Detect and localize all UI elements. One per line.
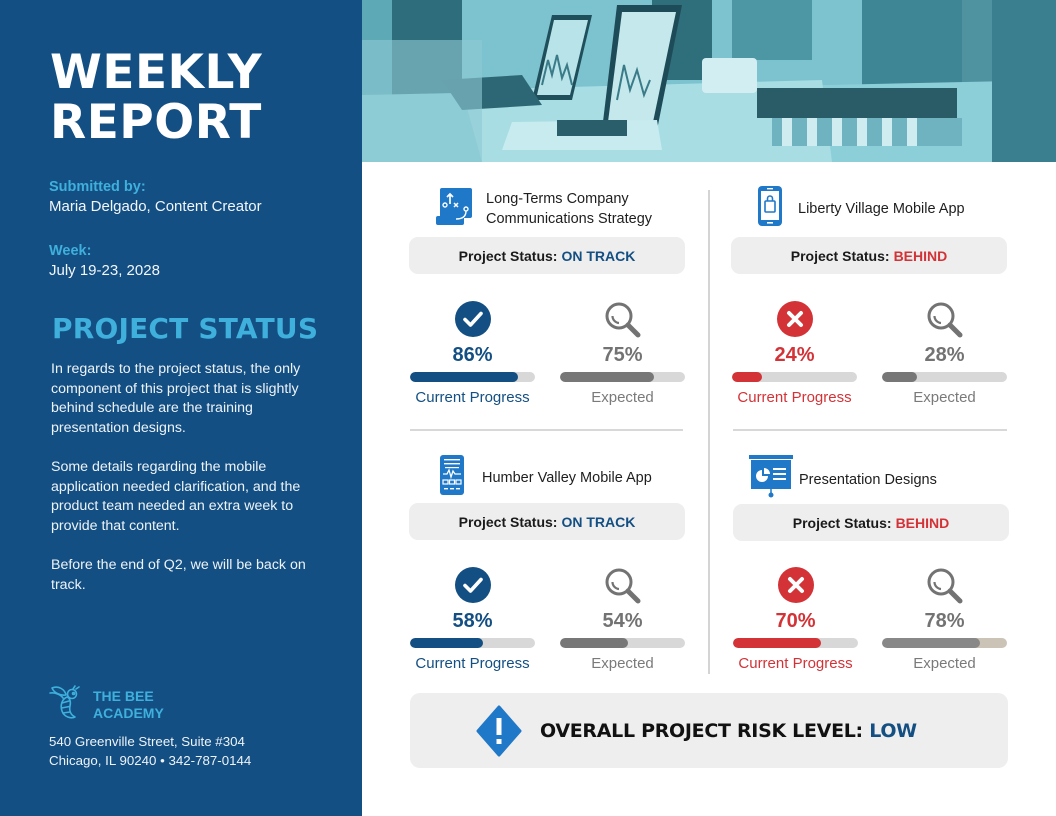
mobile-app-icon	[440, 455, 464, 500]
current-percent: 24%	[774, 344, 815, 366]
expected-label: Expected	[591, 389, 654, 406]
expected-percent: 54%	[602, 610, 643, 632]
expected-label: Expected	[591, 655, 654, 672]
current-label: Current Progress	[415, 389, 530, 406]
address-line-2: Chicago, IL 90240 • 342-787-0144	[49, 752, 252, 768]
address: 540 Greenville Street, Suite #304 Chicag…	[49, 733, 251, 770]
progress-fill	[560, 372, 654, 382]
magnifier-icon	[603, 566, 643, 604]
brand-name-line-1: THE BEE	[93, 687, 154, 704]
expected-progress: 75% Expected	[560, 300, 685, 406]
expected-progress-bar	[560, 638, 685, 648]
week-block: Week: July 19-23, 2028	[49, 243, 160, 279]
status-value: BEHIND	[893, 247, 948, 264]
project-name: Long-Terms Company Communications Strate…	[486, 190, 653, 227]
status-value: BEHIND	[895, 514, 950, 531]
risk-banner: OVERALL PROJECT RISK LEVEL: LOW	[410, 693, 1008, 768]
x-circle-icon	[777, 566, 815, 604]
current-label: Current Progress	[737, 389, 852, 406]
magnifier-icon	[925, 300, 965, 338]
progress-fill	[560, 638, 628, 648]
magnifier-icon	[603, 300, 643, 338]
submitted-label: Submitted by:	[49, 179, 146, 195]
horizontal-divider-left	[410, 429, 683, 431]
warning-diamond-icon	[476, 705, 522, 757]
vertical-divider	[708, 190, 710, 674]
week-label: Week:	[49, 243, 92, 259]
project-name: Liberty Village Mobile App	[798, 200, 965, 217]
project-status-heading: PROJECT STATUS	[52, 312, 319, 345]
submitted-value: Maria Delgado, Content Creator	[49, 198, 262, 215]
current-percent: 70%	[775, 610, 816, 632]
project-status-summary: In regards to the project status, the on…	[51, 360, 311, 615]
expected-progress: 28% Expected	[882, 300, 1007, 406]
strategy-board-icon	[436, 186, 474, 231]
current-percent: 58%	[452, 610, 493, 632]
current-progress: 58% Current Progress	[410, 566, 535, 672]
report-title: WEEKLY REPORT	[50, 48, 262, 148]
risk-label: OVERALL PROJECT RISK LEVEL:	[540, 719, 863, 742]
horizontal-divider-right	[733, 429, 1007, 431]
status-badge: Project Status: BEHIND	[733, 504, 1009, 541]
sidebar: WEEKLY REPORT Submitted by: Maria Delgad…	[0, 0, 362, 816]
expected-percent: 28%	[924, 344, 965, 366]
status-badge: Project Status: BEHIND	[731, 237, 1007, 274]
brand-name-line-2: ACADEMY	[93, 704, 164, 721]
mobile-shopping-icon	[758, 186, 782, 231]
brand-logo: THE BEE ACADEMY	[49, 684, 164, 725]
magnifier-icon	[925, 566, 965, 604]
current-progress-bar	[732, 372, 857, 382]
current-progress-bar	[733, 638, 858, 648]
expected-label: Expected	[913, 655, 976, 672]
expected-progress: 78% Expected	[882, 566, 1007, 672]
progress-fill	[882, 638, 980, 648]
risk-level-value: LOW	[869, 719, 917, 742]
summary-paragraph: Before the end of Q2, we will be back on…	[51, 556, 306, 593]
presentation-board-icon	[749, 455, 793, 504]
expected-percent: 75%	[602, 344, 643, 366]
progress-fill	[410, 638, 483, 648]
current-progress: 86% Current Progress	[410, 300, 535, 406]
current-percent: 86%	[452, 344, 493, 366]
x-circle-icon	[776, 300, 814, 338]
summary-paragraph: Some details regarding the mobile applic…	[51, 458, 301, 534]
title-line-1: WEEKLY	[50, 45, 263, 100]
progress-fill	[733, 638, 821, 648]
risk-level-text: OVERALL PROJECT RISK LEVEL: LOW	[540, 720, 917, 742]
progress-fill	[732, 372, 762, 382]
address-line-1: 540 Greenville Street, Suite #304	[49, 734, 245, 749]
bee-icon	[49, 684, 83, 725]
header-photo	[362, 0, 1056, 162]
current-progress-bar	[410, 638, 535, 648]
expected-label: Expected	[913, 389, 976, 406]
check-circle-icon	[454, 300, 492, 338]
progress-fill	[410, 372, 518, 382]
check-circle-icon	[454, 566, 492, 604]
expected-progress-bar	[560, 372, 685, 382]
current-label: Current Progress	[415, 655, 530, 672]
status-value: ON TRACK	[561, 247, 636, 264]
current-label: Current Progress	[738, 655, 853, 672]
expected-percent: 78%	[924, 610, 965, 632]
expected-progress-bar	[882, 638, 1007, 648]
project-name: Presentation Designs	[799, 471, 937, 488]
status-badge: Project Status: ON TRACK	[409, 237, 685, 274]
status-value: ON TRACK	[561, 513, 636, 530]
project-name: Humber Valley Mobile App	[482, 469, 652, 486]
progress-fill	[882, 372, 917, 382]
week-value: July 19-23, 2028	[49, 262, 160, 279]
submitted-block: Submitted by: Maria Delgado, Content Cre…	[49, 179, 262, 215]
current-progress: 24% Current Progress	[732, 300, 857, 406]
status-badge: Project Status: ON TRACK	[409, 503, 685, 540]
summary-paragraph: In regards to the project status, the on…	[51, 361, 301, 436]
expected-progress: 54% Expected	[560, 566, 685, 672]
expected-progress-bar	[882, 372, 1007, 382]
title-line-2: REPORT	[50, 95, 262, 150]
current-progress: 70% Current Progress	[733, 566, 858, 672]
current-progress-bar	[410, 372, 535, 382]
